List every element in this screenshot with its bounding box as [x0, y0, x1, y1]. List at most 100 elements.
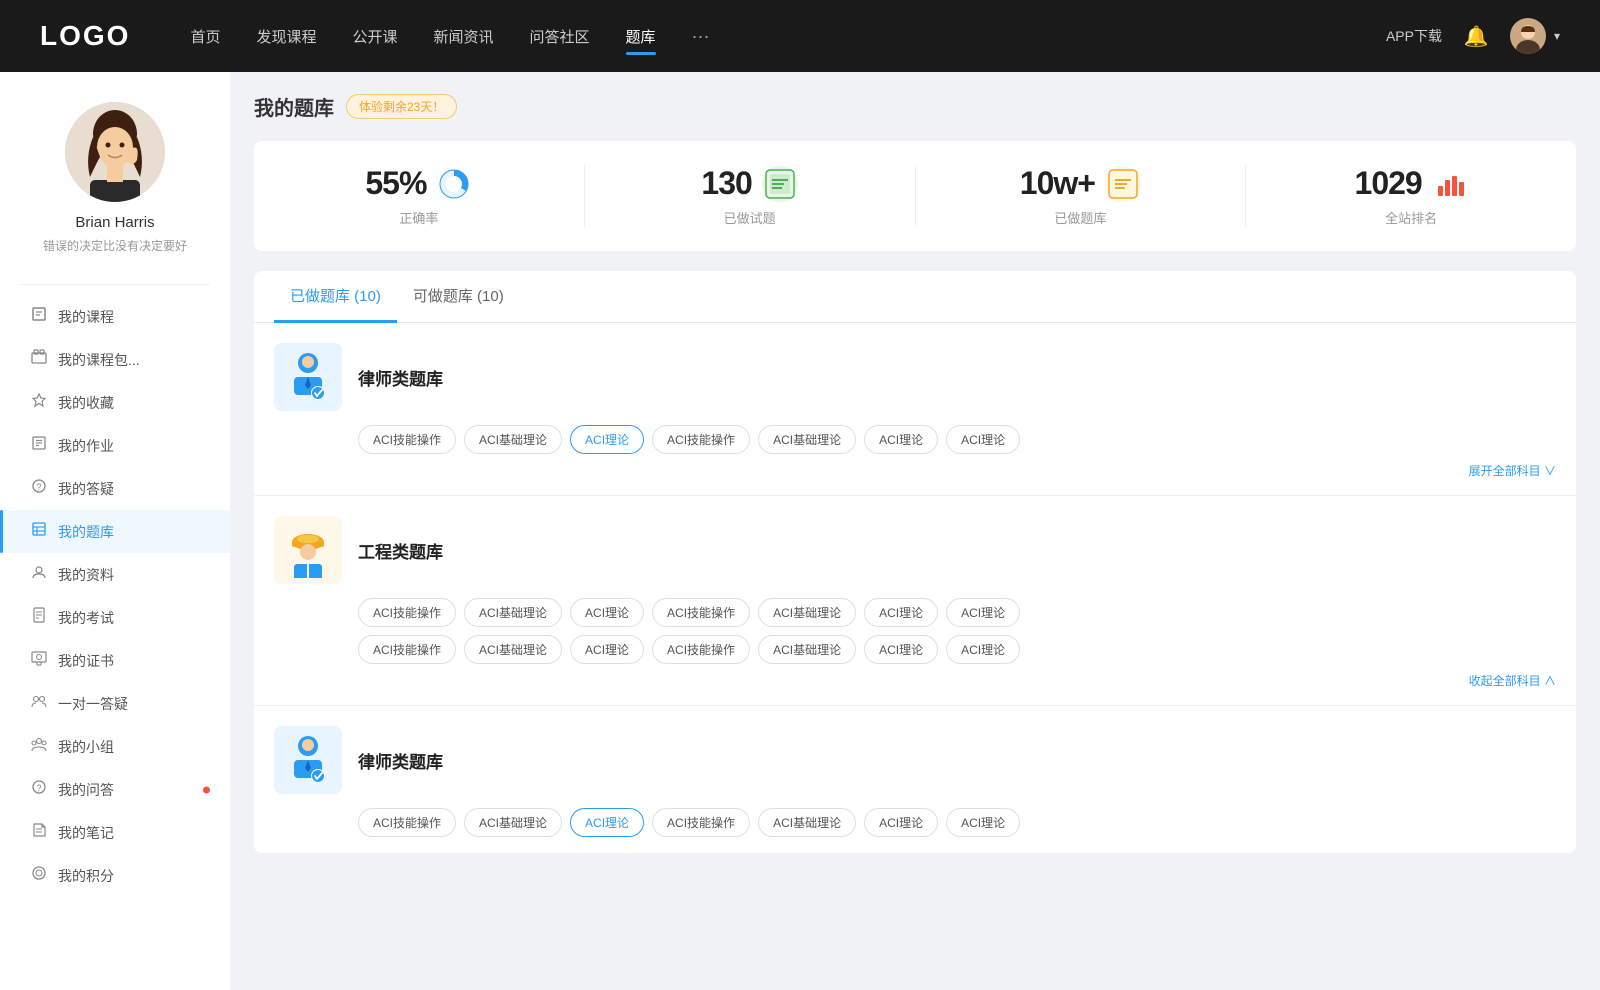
sidebar-label: 我的笔记 [58, 823, 114, 843]
nav-news[interactable]: 新闻资讯 [434, 22, 494, 51]
tag[interactable]: ACI理论 [864, 635, 938, 664]
pie-chart-icon [436, 166, 472, 202]
navbar: LOGO 首页 发现课程 公开课 新闻资讯 问答社区 题库 ··· APP下载 … [0, 0, 1600, 72]
sidebar-label: 我的作业 [58, 436, 114, 456]
tag[interactable]: ACI基础理论 [464, 635, 562, 664]
nav-more[interactable]: ··· [692, 22, 710, 51]
tag[interactable]: ACI理论 [946, 635, 1020, 664]
course-icon [30, 306, 48, 327]
stat-value: 130 [701, 165, 751, 202]
nav-opencourse[interactable]: 公开课 [352, 22, 397, 51]
qbank-tags: ACI技能操作 ACI基础理论 ACI理论 ACI技能操作 ACI基础理论 AC… [358, 425, 1556, 454]
unread-dot [203, 786, 210, 793]
tag[interactable]: ACI理论 [570, 635, 644, 664]
nav-discover[interactable]: 发现课程 [256, 22, 316, 51]
trial-badge: 体验剩余23天！ [346, 94, 457, 119]
sidebar-item-homework[interactable]: 我的作业 [0, 424, 230, 467]
notes-orange-icon [1105, 166, 1141, 202]
sidebar-item-points[interactable]: 我的积分 [0, 854, 230, 897]
expand-link[interactable]: 展开全部科目 ∨ [358, 462, 1556, 479]
tag[interactable]: ACI基础理论 [758, 425, 856, 454]
tag[interactable]: ACI理论 [946, 425, 1020, 454]
sidebar-item-notes[interactable]: 我的笔记 [0, 811, 230, 854]
sidebar-item-question-bank[interactable]: 我的题库 [0, 510, 230, 553]
stat-questions-done: 130 已做试题 [585, 165, 916, 227]
profile-name: Brian Harris [75, 214, 154, 231]
tag[interactable]: ACI技能操作 [652, 635, 750, 664]
profile-icon [30, 564, 48, 585]
notification-bell[interactable]: 🔔 [1462, 22, 1490, 50]
sidebar-item-favorites[interactable]: 我的收藏 [0, 381, 230, 424]
sidebar-label: 我的课程包... [58, 350, 140, 370]
tab-done-banks[interactable]: 已做题库 (10) [274, 271, 397, 323]
notes-icon [30, 822, 48, 843]
qbank-tags-row2: ACI技能操作 ACI基础理论 ACI理论 ACI技能操作 ACI基础理论 AC… [358, 635, 1556, 664]
sidebar-label: 我的积分 [58, 866, 114, 886]
nav-questionbank[interactable]: 题库 [626, 22, 656, 51]
tag[interactable]: ACI技能操作 [358, 635, 456, 664]
tag[interactable]: ACI技能操作 [358, 808, 456, 837]
tabs-row: 已做题库 (10) 可做题库 (10) [254, 271, 1576, 323]
tag[interactable]: ACI技能操作 [652, 808, 750, 837]
sidebar-label: 我的资料 [58, 565, 114, 585]
group-icon [30, 736, 48, 757]
tag-active[interactable]: ACI理论 [570, 425, 644, 454]
sidebar-label: 我的考试 [58, 608, 114, 628]
sidebar-item-one-on-one[interactable]: 一对一答疑 [0, 682, 230, 725]
bank-icon [30, 521, 48, 542]
tab-available-banks[interactable]: 可做题库 (10) [397, 271, 520, 323]
bell-icon: 🔔 [1464, 24, 1489, 49]
qbank-icon-lawyer2 [274, 726, 342, 794]
tag[interactable]: ACI理论 [864, 425, 938, 454]
sidebar-item-course-packages[interactable]: 我的课程包... [0, 338, 230, 381]
tag[interactable]: ACI基础理论 [464, 598, 562, 627]
collapse-link[interactable]: 收起全部科目 ∧ [358, 672, 1556, 689]
certificate-icon [30, 650, 48, 671]
tag[interactable]: ACI技能操作 [358, 425, 456, 454]
tag[interactable]: ACI基础理论 [464, 808, 562, 837]
tag[interactable]: ACI理论 [570, 598, 644, 627]
tag[interactable]: ACI基础理论 [758, 598, 856, 627]
qbank-icon-lawyer [274, 343, 342, 411]
qbank-name: 律师类题库 [358, 748, 443, 773]
tag[interactable]: ACI理论 [946, 808, 1020, 837]
tag[interactable]: ACI基础理论 [758, 635, 856, 664]
sidebar-label: 我的小组 [58, 737, 114, 757]
tag[interactable]: ACI技能操作 [358, 598, 456, 627]
sidebar-item-profile[interactable]: 我的资料 [0, 553, 230, 596]
sidebar-item-questions[interactable]: ? 我的答疑 [0, 467, 230, 510]
homework-icon [30, 435, 48, 456]
svg-text:?: ? [36, 783, 41, 793]
tag-active[interactable]: ACI理论 [570, 808, 644, 837]
tag[interactable]: ACI理论 [864, 598, 938, 627]
page-layout: Brian Harris 错误的决定比没有决定要好 我的课程 我的课程包... [0, 72, 1600, 990]
nav-home[interactable]: 首页 [190, 22, 220, 51]
tag[interactable]: ACI理论 [946, 598, 1020, 627]
user-avatar-menu[interactable]: ▾ [1510, 18, 1560, 54]
sidebar-item-exams[interactable]: 我的考试 [0, 596, 230, 639]
chevron-down-icon: ▾ [1554, 29, 1560, 43]
tag[interactable]: ACI基础理论 [464, 425, 562, 454]
stat-ranking: 1029 全站排名 [1246, 165, 1576, 227]
tag[interactable]: ACI技能操作 [652, 598, 750, 627]
stat-banks-done: 10w+ 已做题库 [916, 165, 1247, 227]
qbank-header: 工程类题库 [274, 516, 1556, 584]
tag[interactable]: ACI技能操作 [652, 425, 750, 454]
sidebar-item-groups[interactable]: 我的小组 [0, 725, 230, 768]
sidebar-item-my-courses[interactable]: 我的课程 [0, 295, 230, 338]
nav-menu: 首页 发现课程 公开课 新闻资讯 问答社区 题库 ··· [190, 22, 1386, 51]
tag[interactable]: ACI基础理论 [758, 808, 856, 837]
stat-label: 全站排名 [1385, 208, 1437, 227]
sidebar-item-my-qa[interactable]: ? 我的问答 [0, 768, 230, 811]
stat-top: 10w+ [1020, 165, 1141, 202]
nav-qa[interactable]: 问答社区 [530, 22, 590, 51]
qbank-icon-engineer [274, 516, 342, 584]
tag[interactable]: ACI理论 [864, 808, 938, 837]
sidebar-item-certificates[interactable]: 我的证书 [0, 639, 230, 682]
stat-label: 已做题库 [1054, 208, 1106, 227]
sidebar-label: 我的答疑 [58, 479, 114, 499]
profile-motto: 错误的决定比没有决定要好 [43, 237, 187, 254]
tabs-section: 已做题库 (10) 可做题库 (10) [254, 271, 1576, 853]
app-download-button[interactable]: APP下载 [1386, 26, 1442, 46]
profile-avatar [65, 102, 165, 202]
